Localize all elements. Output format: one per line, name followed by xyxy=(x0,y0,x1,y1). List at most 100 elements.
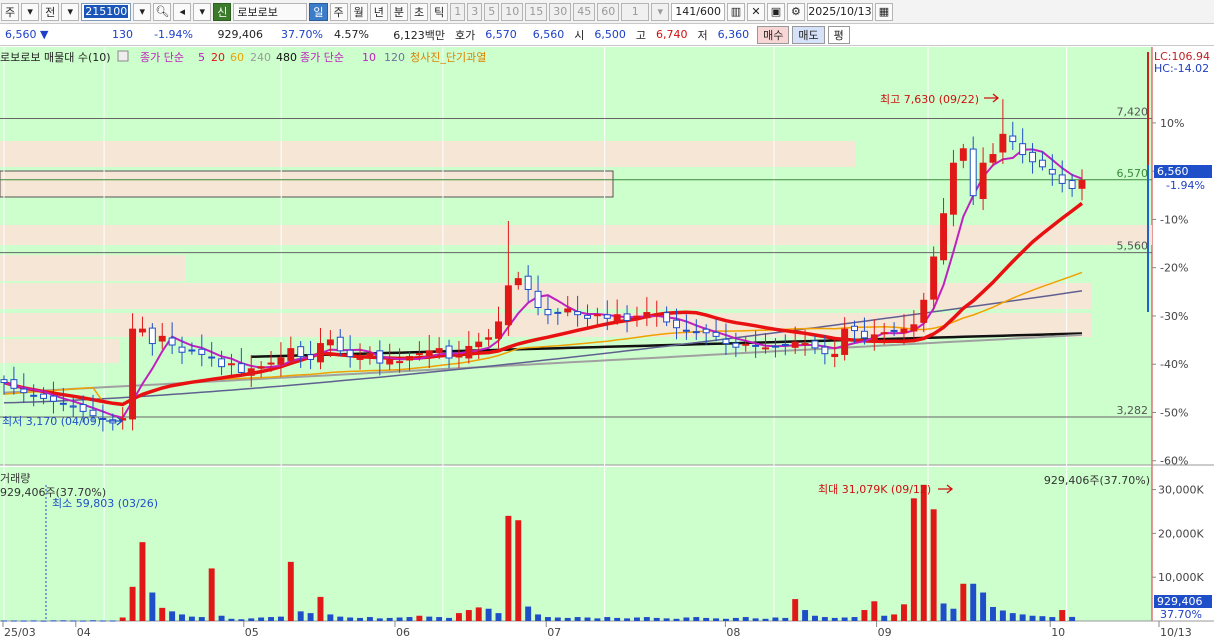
open-label: 시 xyxy=(574,28,585,42)
quote-bar: 6,560 ▼ 130 -1.94% 929,406 37.70% 4.57% … xyxy=(0,24,1214,46)
volume-bar xyxy=(871,601,878,621)
candle-body xyxy=(1009,135,1017,143)
buy-button[interactable]: 매수 xyxy=(757,25,790,44)
save-icon[interactable]: ▣ xyxy=(766,2,785,21)
chevron-down-icon[interactable]: ▾ xyxy=(61,2,80,21)
candle-body xyxy=(1029,151,1037,163)
gear-icon[interactable]: ⚙ xyxy=(786,2,805,21)
interval-15[interactable]: 15 xyxy=(525,2,548,21)
volume-bar xyxy=(109,620,116,622)
volume-bar xyxy=(268,617,274,621)
candle-body xyxy=(30,394,38,397)
period-day[interactable]: 일 xyxy=(309,2,328,21)
low-value: 6,360 xyxy=(717,28,750,41)
candle-body xyxy=(593,314,601,317)
candle-body xyxy=(198,348,206,355)
candle-body xyxy=(317,343,324,363)
speaker-icon[interactable]: ◂ xyxy=(173,2,192,21)
volume-bar xyxy=(258,617,265,621)
volume-bar xyxy=(574,617,581,621)
candle-body xyxy=(791,341,799,348)
candle-body xyxy=(653,314,661,317)
volume-bar xyxy=(614,617,621,621)
candle-body xyxy=(237,363,245,373)
volume-bar xyxy=(881,615,888,621)
x-tick-label: 06 xyxy=(396,626,410,638)
interval-45[interactable]: 45 xyxy=(573,2,596,21)
chart-area[interactable]: 7,4206,5705,5603,282 10%0%-10%-20%-30%-4… xyxy=(0,47,1214,639)
candle-body xyxy=(475,341,483,348)
turnover: 4.57% xyxy=(334,28,369,41)
interval-5[interactable]: 5 xyxy=(484,2,500,21)
interval-30[interactable]: 30 xyxy=(549,2,572,21)
stock-name-field[interactable]: 로보로보 xyxy=(233,2,308,21)
mode-select[interactable]: 주 xyxy=(1,2,20,21)
chevron-down-icon[interactable]: ▾ xyxy=(651,2,670,21)
volume-bar xyxy=(1069,616,1076,621)
volume-bar xyxy=(752,618,759,621)
date-input[interactable]: 2025/10/13 xyxy=(806,2,873,21)
calendar-icon[interactable]: ▦ xyxy=(874,2,893,21)
volume-bar xyxy=(1,620,7,622)
chevron-down-icon[interactable]: ▾ xyxy=(21,2,40,21)
volume-bar xyxy=(188,616,195,621)
chevron-down-icon[interactable]: ▾ xyxy=(133,2,152,21)
volume-bar xyxy=(604,617,611,621)
candle-body xyxy=(781,343,789,346)
candle-body xyxy=(554,311,562,314)
period-month[interactable]: 월 xyxy=(349,2,368,21)
candle-body xyxy=(514,278,522,286)
search-icon[interactable]: 🔍︎ xyxy=(153,2,172,21)
period-second[interactable]: 초 xyxy=(410,2,429,21)
volume-bar xyxy=(891,614,898,621)
legend-ma-price-label: 종가 단순 xyxy=(140,51,184,64)
candle-body xyxy=(79,404,87,412)
volume-bar xyxy=(20,620,27,622)
interval-10[interactable]: 10 xyxy=(501,2,524,21)
candle-body xyxy=(712,331,720,337)
prev-button[interactable]: 전 xyxy=(41,2,60,21)
candle-body xyxy=(267,362,275,365)
candle-body xyxy=(831,353,839,358)
candle-icon[interactable]: ▥ xyxy=(726,2,745,21)
volume-bar xyxy=(426,616,433,621)
candle-body xyxy=(138,328,146,333)
interval-3[interactable]: 3 xyxy=(467,2,483,21)
legend-ma240: 240 xyxy=(250,51,271,64)
candle-body xyxy=(969,148,977,197)
period-year[interactable]: 년 xyxy=(369,2,388,21)
candle-body xyxy=(425,350,433,357)
period-tick[interactable]: 틱 xyxy=(430,2,449,21)
hc-label: HC:-14.02 xyxy=(1154,62,1209,75)
candle-body xyxy=(376,350,384,364)
volume-bar xyxy=(742,617,749,621)
stock-code-input[interactable]: 215100 xyxy=(81,2,132,21)
volume-bar xyxy=(198,617,205,621)
profile-zone xyxy=(0,339,120,363)
volume-bar xyxy=(90,620,96,622)
period-minute[interactable]: 분 xyxy=(389,2,408,21)
interval-60[interactable]: 60 xyxy=(597,2,620,21)
price-chart[interactable]: 7,4206,5705,5603,282 10%0%-10%-20%-30%-4… xyxy=(0,47,1214,639)
price-change-pct: -1.94% xyxy=(154,28,193,41)
volume-bar xyxy=(663,618,670,621)
volume-bar xyxy=(327,614,334,621)
crosshair-icon[interactable]: ✕ xyxy=(746,2,765,21)
count-input[interactable]: 141/600 xyxy=(671,2,725,21)
flat-button[interactable]: 평 xyxy=(827,25,850,44)
price-change: 130 xyxy=(112,28,133,41)
interval-select[interactable]: 1 xyxy=(621,2,650,21)
ref-label: 6,570 xyxy=(1117,167,1149,180)
volume-bar xyxy=(436,617,443,621)
candle-body xyxy=(643,312,651,319)
sell-button[interactable]: 매도 xyxy=(792,25,825,44)
period-week[interactable]: 주 xyxy=(329,2,348,21)
volume-bar xyxy=(970,583,977,621)
legend-toggle-icon[interactable] xyxy=(117,50,129,62)
volume-bar xyxy=(277,616,284,621)
x-tick-label: 10/13 xyxy=(1160,626,1192,638)
candle-body xyxy=(623,313,631,321)
volume-bar xyxy=(594,618,601,621)
interval-1[interactable]: 1 xyxy=(450,2,466,21)
chevron-down-icon[interactable]: ▾ xyxy=(193,2,212,21)
